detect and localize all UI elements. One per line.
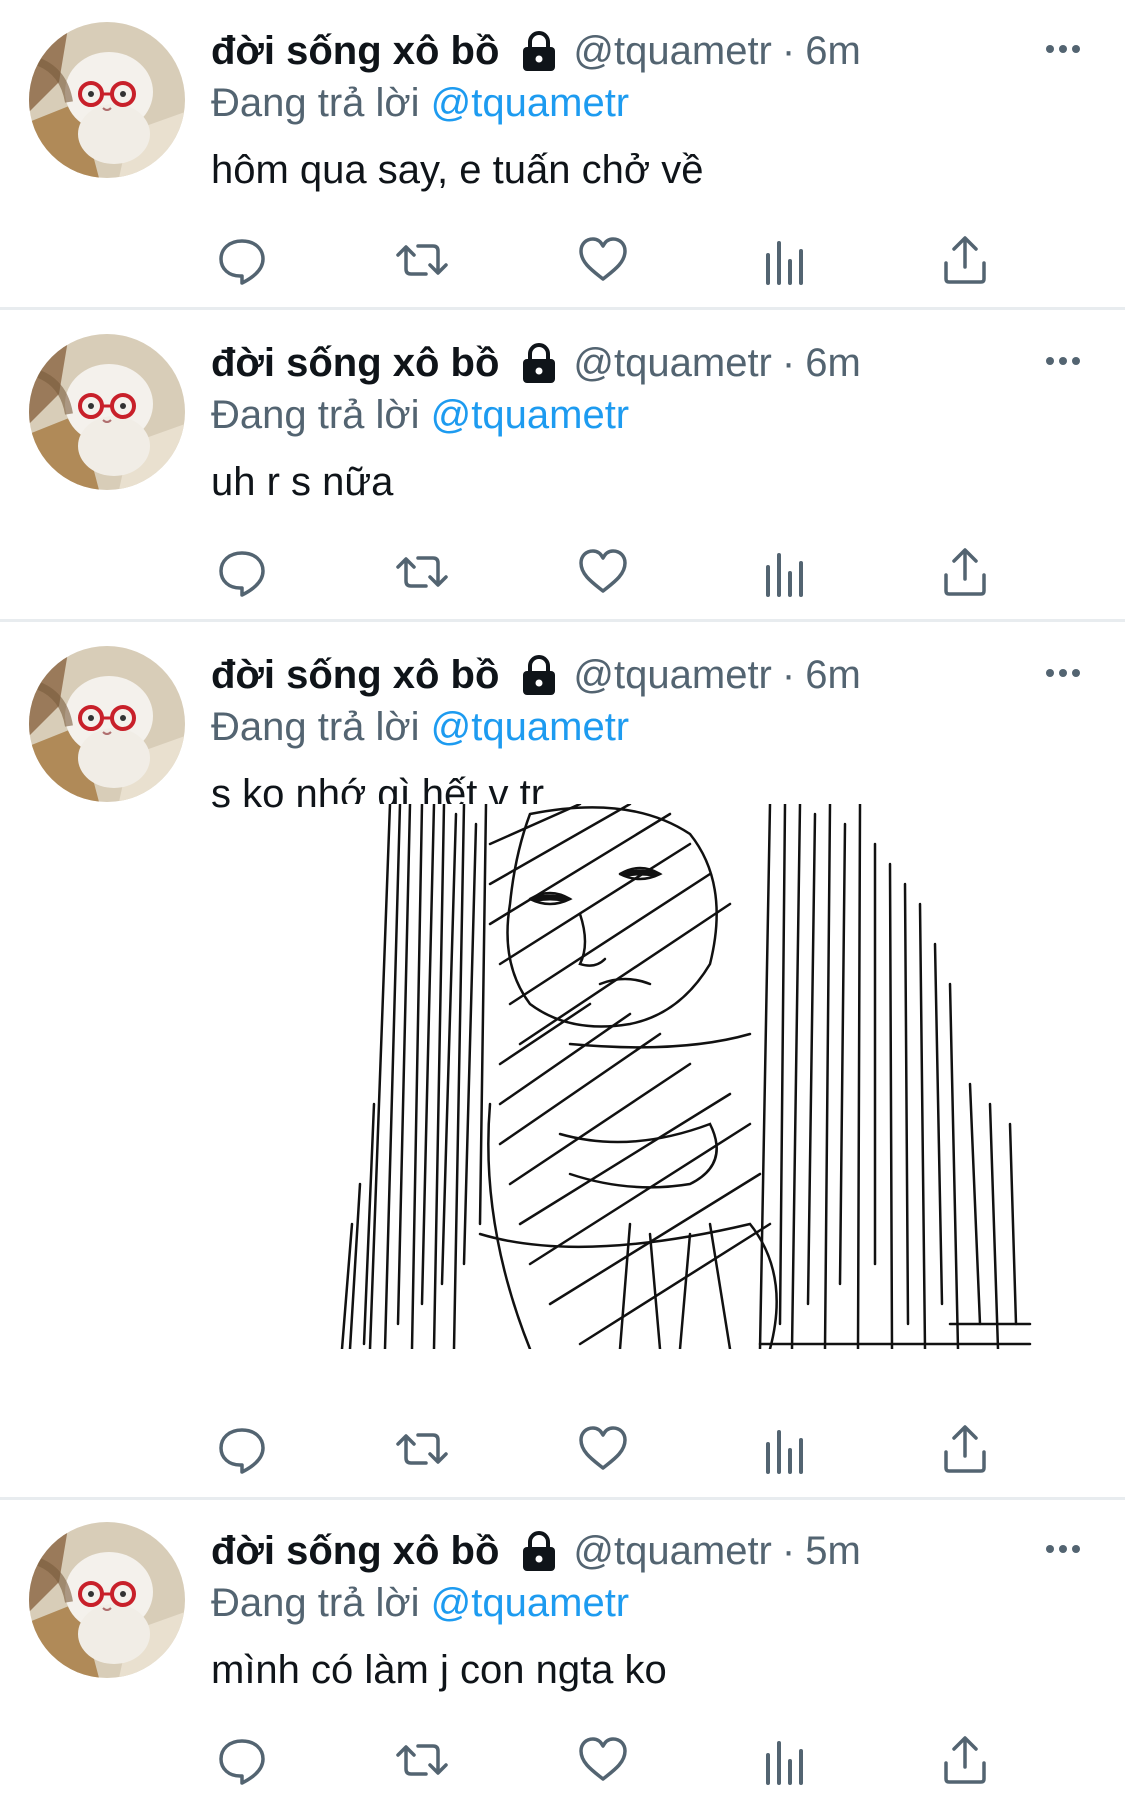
separator: ·	[781, 341, 796, 385]
action-bar	[211, 233, 1011, 287]
display-name[interactable]: đời sống xô bồ	[211, 24, 499, 78]
handle[interactable]: @tquametr	[573, 336, 771, 390]
replying-to: Đang trả lời @tquametr	[211, 78, 629, 128]
mention-link[interactable]: @tquametr	[431, 705, 629, 749]
more-icon[interactable]	[1043, 1534, 1083, 1564]
more-icon[interactable]	[1043, 34, 1083, 64]
retweet-icon[interactable]	[394, 1422, 450, 1476]
timestamp[interactable]: 5m	[805, 1524, 861, 1578]
replying-to-label: Đang trả lời	[211, 705, 420, 749]
avatar[interactable]	[29, 646, 185, 802]
share-icon[interactable]	[937, 545, 993, 599]
display-name[interactable]: đời sống xô bồ	[211, 336, 499, 390]
avatar[interactable]	[29, 334, 185, 490]
replying-to-label: Đang trả lời	[211, 81, 420, 125]
separator: ·	[781, 29, 796, 73]
retweet-icon[interactable]	[394, 1733, 450, 1787]
tweet-header: đời sống xô bồ @tquametr · 5m	[211, 1524, 861, 1578]
tweet-header: đời sống xô bồ @tquametr · 6m	[211, 648, 861, 702]
replying-to-label: Đang trả lời	[211, 393, 420, 437]
like-icon[interactable]	[575, 1733, 631, 1787]
tweet-header: đời sống xô bồ @tquametr · 6m	[211, 24, 861, 78]
replying-to: Đang trả lời @tquametr	[211, 702, 629, 752]
action-bar	[211, 545, 1011, 599]
retweet-icon[interactable]	[394, 545, 450, 599]
handle[interactable]: @tquametr	[573, 648, 771, 702]
share-icon[interactable]	[937, 1733, 993, 1787]
handle[interactable]: @tquametr	[573, 1524, 771, 1578]
timestamp[interactable]: 6m	[805, 336, 861, 390]
replying-to: Đang trả lời @tquametr	[211, 1578, 629, 1628]
tweet-text: mình có làm j con ngta ko	[211, 1648, 667, 1692]
mention-link[interactable]: @tquametr	[431, 393, 629, 437]
tweet[interactable]: đời sống xô bồ @tquametr · 6m Đang trả l…	[0, 0, 1125, 310]
like-icon[interactable]	[575, 1422, 631, 1476]
more-icon[interactable]	[1043, 658, 1083, 688]
timeline: đời sống xô bồ @tquametr · 6m Đang trả l…	[0, 0, 1125, 1808]
analytics-icon[interactable]	[756, 1422, 812, 1476]
lock-icon	[519, 342, 559, 384]
reply-icon[interactable]	[214, 545, 270, 599]
timestamp[interactable]: 6m	[805, 648, 861, 702]
handle[interactable]: @tquametr	[573, 24, 771, 78]
action-bar	[211, 1733, 1011, 1787]
replying-to-label: Đang trả lời	[211, 1581, 420, 1625]
share-icon[interactable]	[937, 233, 993, 287]
like-icon[interactable]	[575, 545, 631, 599]
reply-icon[interactable]	[214, 1422, 270, 1476]
separator: ·	[781, 1529, 796, 1573]
timestamp[interactable]: 6m	[805, 24, 861, 78]
analytics-icon[interactable]	[756, 1733, 812, 1787]
share-icon[interactable]	[937, 1422, 993, 1476]
lock-icon	[519, 1530, 559, 1572]
display-name[interactable]: đời sống xô bồ	[211, 648, 499, 702]
tweet[interactable]: đời sống xô bồ @tquametr · 5m Đang trả l…	[0, 1500, 1125, 1808]
tweet-image-sketch[interactable]	[330, 804, 1055, 1349]
reply-icon[interactable]	[214, 1733, 270, 1787]
analytics-icon[interactable]	[756, 545, 812, 599]
like-icon[interactable]	[575, 233, 631, 287]
display-name[interactable]: đời sống xô bồ	[211, 1524, 499, 1578]
lock-icon	[519, 30, 559, 72]
replying-to: Đang trả lời @tquametr	[211, 390, 629, 440]
mention-link[interactable]: @tquametr	[431, 81, 629, 125]
tweet-text: uh r s nữa	[211, 460, 394, 504]
tweet-text: hôm qua say, e tuấn chở về	[211, 148, 704, 192]
analytics-icon[interactable]	[756, 233, 812, 287]
tweet-header: đời sống xô bồ @tquametr · 6m	[211, 336, 861, 390]
reply-icon[interactable]	[214, 233, 270, 287]
mention-link[interactable]: @tquametr	[431, 1581, 629, 1625]
separator: ·	[781, 653, 796, 697]
lock-icon	[519, 654, 559, 696]
more-icon[interactable]	[1043, 346, 1083, 376]
avatar[interactable]	[29, 1522, 185, 1678]
avatar[interactable]	[29, 22, 185, 178]
tweet[interactable]: đời sống xô bồ @tquametr · 6m Đang trả l…	[0, 312, 1125, 622]
action-bar	[211, 1422, 1011, 1476]
tweet[interactable]: đời sống xô bồ @tquametr · 6m Đang trả l…	[0, 624, 1125, 1500]
retweet-icon[interactable]	[394, 233, 450, 287]
